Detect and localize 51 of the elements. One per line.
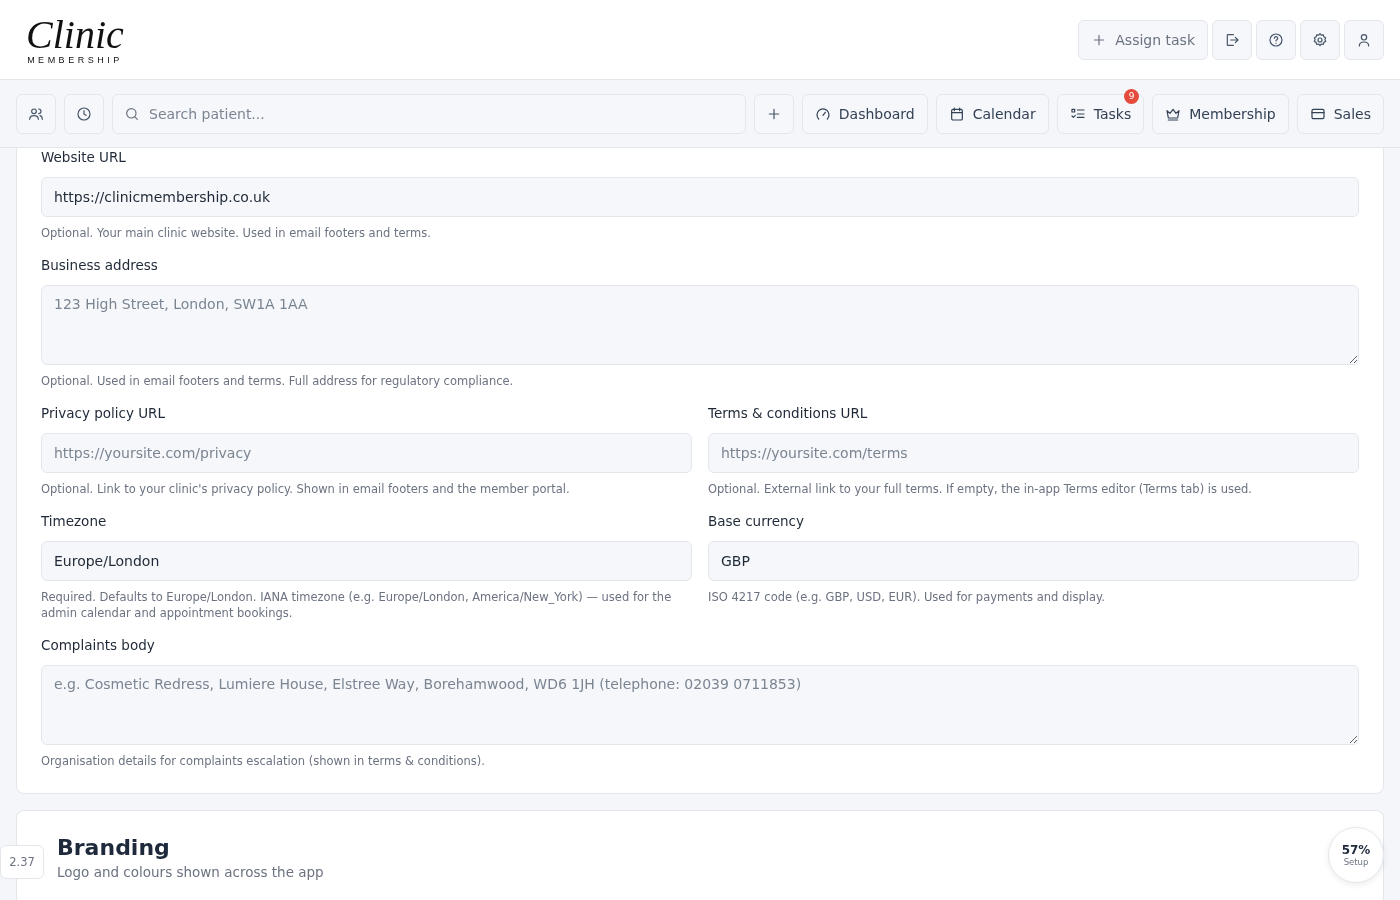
users-icon <box>28 105 44 122</box>
user-icon <box>1356 31 1372 48</box>
clock-icon <box>76 105 92 122</box>
nav-button[interactable]: Dashboard <box>801 93 928 134</box>
field-label: Business address <box>41 257 159 273</box>
input-field[interactable]: https://yoursite.com/terms <box>708 433 1359 473</box>
section-title: Branding <box>57 835 170 860</box>
field-label: Privacy policy URL <box>41 405 166 421</box>
logout-button[interactable] <box>1212 19 1252 60</box>
help-text: Optional. Link to your clinic's privacy policy. Shown in email footers and the member portal. <box>41 481 571 497</box>
setup-label: Setup <box>1343 857 1369 867</box>
clock-button[interactable] <box>64 93 104 134</box>
text-area[interactable]: e.g. Cosmetic Redress, Lumiere House, Elstree Way, Borehamwood, WD6 1JH (telephone: 02039 0711853) <box>41 665 1359 745</box>
input-field[interactable]: Europe/London <box>41 541 692 581</box>
field-label: Complaints body <box>41 637 156 653</box>
text-area[interactable]: 123 High Street, London, SW1A 1AA <box>41 285 1359 365</box>
logo-script: Clinic <box>26 14 124 55</box>
add-button[interactable] <box>753 93 794 134</box>
input-field[interactable]: https://clinicmembership.co.uk <box>41 177 1359 217</box>
field-label: Timezone <box>41 513 108 529</box>
help-button[interactable] <box>1256 19 1296 60</box>
section-subtitle: Logo and colours shown across the app <box>57 864 324 880</box>
logout-icon <box>1224 31 1240 48</box>
input-field[interactable]: GBP <box>708 541 1359 581</box>
logo-subtitle: MEMBERSHIP <box>27 54 123 65</box>
nav-button[interactable]: Membership <box>1152 93 1289 134</box>
field-label: Website URL <box>41 149 127 165</box>
user-button[interactable] <box>1344 19 1384 60</box>
nav-button[interactable]: Sales <box>1296 93 1384 134</box>
search-icon <box>124 105 140 122</box>
help-text: Optional. Used in email footers and terms. Full address for regulatory compliance. <box>41 373 515 389</box>
field-label: Terms & conditions URL <box>708 405 869 421</box>
version-label: 2.37 <box>0 845 44 879</box>
settings-icon <box>1312 31 1328 48</box>
field-label: Base currency <box>708 513 805 529</box>
help-text: ISO 4217 code (e.g. GBP, USD, EUR). Used for payments and display. <box>708 589 1106 605</box>
gauge-icon <box>814 105 831 122</box>
help-text: Required. Defaults to Europe/London. IANA timezone (e.g. Europe/London, America/New_York) — used for the admin calendar and appointment bookings. <box>41 589 673 621</box>
calendar-icon <box>948 105 965 122</box>
help-text: Optional. External link to your full terms. If empty, the in-app Terms editor (Terms tab) is used. <box>708 481 1253 497</box>
setup-percent: 57% <box>1341 843 1371 857</box>
settings-button[interactable] <box>1300 19 1340 60</box>
help-text: Optional. Your main clinic website. Used in email footers and terms. <box>41 225 432 241</box>
nav-button[interactable]: Calendar <box>935 93 1049 134</box>
users-button[interactable] <box>16 93 56 134</box>
help-icon <box>1268 31 1284 48</box>
input-field[interactable]: https://yoursite.com/privacy <box>41 433 692 473</box>
assign-task-button[interactable]: Assign task <box>1078 19 1208 60</box>
search-field[interactable]: Search patient... <box>112 93 746 134</box>
count-badge: 9 <box>1124 88 1140 104</box>
help-text: Organisation details for complaints escalation (shown in terms & conditions). <box>41 753 486 769</box>
